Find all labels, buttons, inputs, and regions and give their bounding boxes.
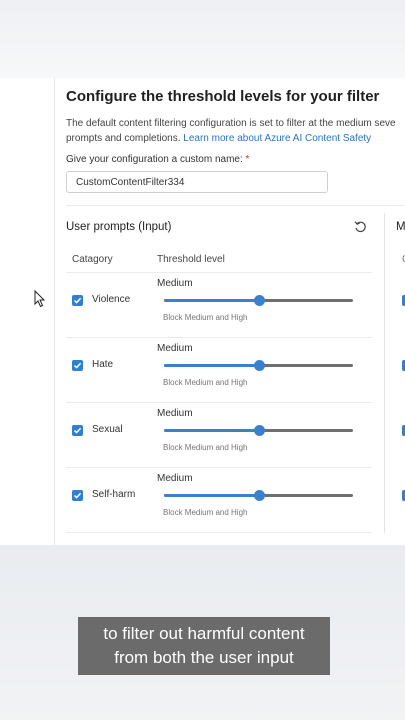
threshold-hint: Block Medium and High [163,313,248,322]
threshold-hint: Block Medium and High [163,508,248,517]
azure-content-filter-window: Configure the threshold levels for your … [0,78,405,545]
row-divider [66,532,372,533]
mouse-pointer-icon [34,290,46,308]
custom-name-input[interactable] [66,171,328,193]
checkmark-icon [73,492,82,499]
video-top-background [0,0,405,78]
threshold-level-label: Medium [157,343,193,354]
filter-config-panel: Configure the threshold levels for your … [66,78,405,545]
category-checkbox[interactable] [72,295,83,306]
category-label: Sexual [92,424,123,435]
caption-line-2: from both the user input [114,648,294,667]
divider [66,205,405,206]
description-line-2-text: prompts and completions. [66,133,184,144]
threshold-column-header: Threshold level [157,254,225,265]
panel-description: The default content filtering configurat… [66,116,405,146]
checkmark-icon [73,362,82,369]
slider-fill [164,429,259,432]
category-row: Hate Medium Block Medium and High [66,338,372,403]
category-checkbox[interactable] [72,490,83,501]
section-divider [384,213,385,533]
checkmark-icon [73,297,82,304]
threshold-level-label: Medium [157,278,193,289]
category-checkbox[interactable] [72,360,83,371]
checkmark-icon [73,427,82,434]
left-nav-rail [0,78,55,545]
category-column-header: Catagory [72,254,113,265]
category-row: Self-harm Medium Block Medium and High [66,468,372,533]
slider-fill [164,364,259,367]
user-prompts-section-title: User prompts (Input) [66,221,172,233]
category-row: Sexual Medium Block Medium and High [66,403,372,468]
slider-thumb[interactable] [253,425,265,436]
threshold-slider[interactable] [164,360,353,371]
slider-fill [164,299,259,302]
undo-icon[interactable] [354,220,367,233]
threshold-level-label: Medium [157,473,193,484]
threshold-level-label: Medium [157,408,193,419]
threshold-slider[interactable] [164,295,353,306]
threshold-hint: Block Medium and High [163,443,248,452]
category-checkbox[interactable] [72,425,83,436]
description-line-1: The default content filtering configurat… [66,118,396,129]
video-caption: to filter out harmful content from both … [78,617,330,675]
caption-line-1: to filter out harmful content [103,624,305,643]
category-label: Self-harm [92,489,136,500]
required-marker: * [245,154,250,165]
custom-name-label-text: Give your configuration a custom name: [66,154,243,165]
slider-thumb[interactable] [253,490,265,501]
category-label: Hate [92,359,114,370]
slider-thumb[interactable] [253,295,265,306]
page-title: Configure the threshold levels for your … [66,88,380,105]
threshold-slider[interactable] [164,425,353,436]
completions-section-title-partial: M [396,221,405,233]
learn-more-link[interactable]: Learn more about Azure AI Content Safety [183,133,371,144]
slider-fill [164,494,259,497]
category-row: Violence Medium Block Medium and High [66,273,372,338]
custom-name-label: Give your configuration a custom name: * [66,154,249,165]
slider-thumb[interactable] [253,360,265,371]
description-line-2: prompts and completions. Learn more abou… [66,131,405,146]
category-label: Violence [92,294,131,305]
threshold-hint: Block Medium and High [163,378,248,387]
threshold-slider[interactable] [164,490,353,501]
